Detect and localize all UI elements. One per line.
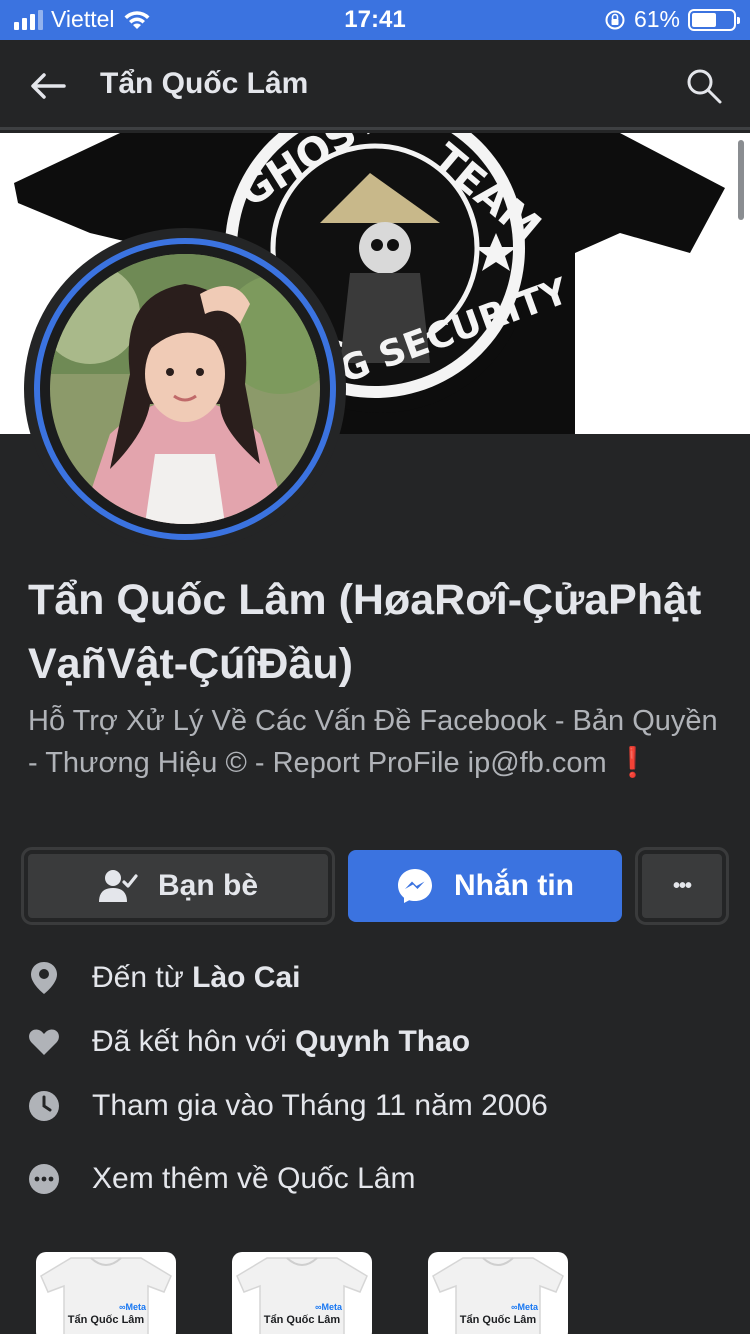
message-button[interactable]: Nhắn tin: [348, 850, 622, 922]
detail-joined: Tham gia vào Tháng 11 năm 2006: [28, 1084, 728, 1128]
status-bar: Viettel 17:41 61%: [0, 0, 750, 40]
card-label: Tẩn Quốc Lâm: [67, 1314, 145, 1326]
friends-button[interactable]: Bạn bè: [21, 847, 335, 925]
relationship-partner[interactable]: Quynh Thao: [295, 1025, 470, 1058]
detail-see-more[interactable]: Xem thêm về Quốc Lâm: [28, 1157, 728, 1201]
detail-relationship: Đã kết hôn với Quynh Thao: [28, 1020, 728, 1064]
featured-card[interactable]: ∞Meta Tẩn Quốc Lâm: [232, 1252, 372, 1334]
status-right: 61%: [604, 6, 740, 33]
messenger-icon: [398, 869, 432, 903]
more-options-button[interactable]: •••: [635, 847, 729, 925]
nav-bar: Tẩn Quốc Lâm: [0, 40, 750, 130]
detail-joined-text: Tham gia vào Tháng 11 năm 2006: [92, 1089, 548, 1122]
see-more-link[interactable]: Xem thêm về Quốc Lâm: [92, 1162, 415, 1196]
meta-logo: ∞Meta: [119, 1302, 146, 1312]
heart-icon: [28, 1026, 60, 1058]
featured-card[interactable]: ∞Meta Tẩn Quốc Lâm: [428, 1252, 568, 1334]
avatar-story-ring: [34, 238, 336, 540]
relationship-prefix: Đã kết hôn với: [92, 1025, 296, 1058]
friend-check-icon: [98, 870, 138, 902]
more-dots-icon: [28, 1163, 60, 1195]
profile-name: Tẩn Quốc Lâm (HøaRơî-ÇửaPhật VạñVật-ÇúîĐ…: [28, 576, 702, 688]
message-button-label: Nhắn tin: [454, 869, 574, 902]
card-label: Tẩn Quốc Lâm: [263, 1314, 341, 1326]
avatar-photo: [50, 254, 320, 524]
clock-icon: [28, 1090, 60, 1122]
meta-logo: ∞Meta: [315, 1302, 342, 1312]
battery-fill: [692, 12, 717, 27]
battery-icon: [688, 8, 740, 31]
detail-relationship-text: Đã kết hôn với Quynh Thao: [92, 1025, 470, 1059]
featured-card[interactable]: ∞Meta Tẩn Quốc Lâm: [36, 1252, 176, 1334]
detail-hometown: Đến từ Lào Cai: [28, 956, 728, 1000]
profile-avatar[interactable]: [24, 228, 346, 550]
nav-title: Tẩn Quốc Lâm: [100, 67, 309, 100]
card-label: Tẩn Quốc Lâm: [459, 1314, 537, 1326]
more-options-label: •••: [672, 874, 692, 897]
battery-percent: 61%: [633, 6, 680, 32]
exclamation-emoji: ❗: [614, 747, 651, 779]
scrollbar[interactable]: [738, 140, 744, 220]
profile-bio: Hỗ Trợ Xử Lý Về Các Vấn Đề Facebook - Bả…: [28, 700, 728, 784]
back-arrow-icon[interactable]: [26, 64, 70, 108]
location-pin-icon: [28, 962, 60, 994]
hometown-place[interactable]: Lào Cai: [192, 961, 300, 994]
detail-hometown-text: Đến từ Lào Cai: [92, 961, 300, 995]
search-icon[interactable]: [684, 66, 724, 106]
orientation-lock-icon: [605, 10, 625, 29]
meta-logo: ∞Meta: [511, 1302, 538, 1312]
friends-button-label: Bạn bè: [157, 869, 259, 902]
hometown-prefix: Đến từ: [92, 961, 193, 994]
